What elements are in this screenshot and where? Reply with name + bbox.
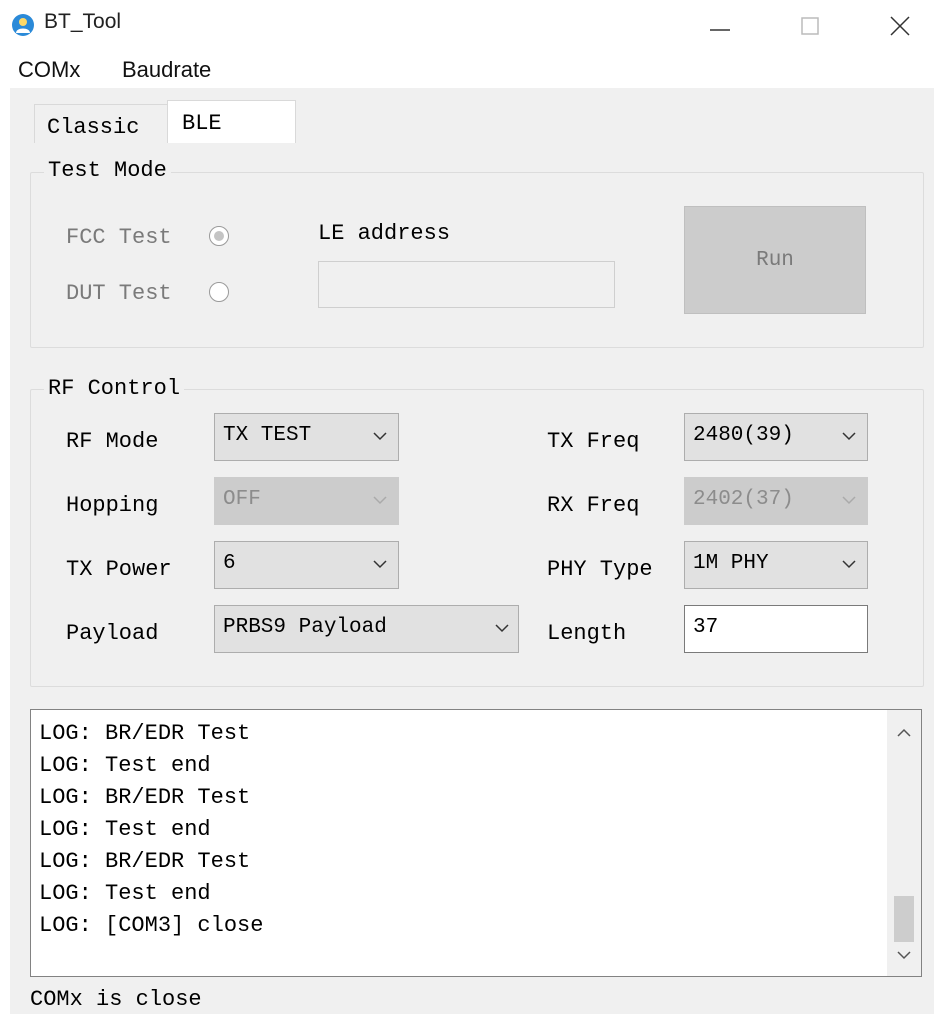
chevron-down-icon <box>373 496 387 505</box>
run-button[interactable]: Run <box>684 206 866 314</box>
log-line: LOG: Test end <box>39 881 211 906</box>
log-line: LOG: [COM3] close <box>39 913 264 938</box>
menu-comx[interactable]: COMx <box>18 57 80 83</box>
payload-select[interactable]: PRBS9 Payload <box>214 605 519 653</box>
log-scrollbar[interactable] <box>887 710 921 976</box>
chevron-down-icon <box>373 560 387 569</box>
maximize-button[interactable] <box>788 6 832 46</box>
payload-value: PRBS9 Payload <box>223 616 387 639</box>
tx-freq-select[interactable]: 2480(39) <box>684 413 868 461</box>
log-lines: LOG: BR/EDR Test LOG: Test end LOG: BR/EDR… <box>39 718 263 942</box>
fcc-test-radio[interactable] <box>209 226 229 246</box>
log-line: LOG: Test end <box>39 753 211 778</box>
run-button-label: Run <box>756 249 794 272</box>
log-line: LOG: Test end <box>39 817 211 842</box>
tx-power-label: TX Power <box>66 557 172 582</box>
app-person-icon <box>12 14 34 36</box>
payload-label: Payload <box>66 621 159 646</box>
tx-power-value: 6 <box>223 552 236 575</box>
hopping-value: OFF <box>223 488 261 511</box>
tab-ble[interactable]: BLE <box>167 100 296 143</box>
rf-mode-label: RF Mode <box>66 429 159 454</box>
tx-freq-value: 2480(39) <box>693 424 794 447</box>
log-line: LOG: BR/EDR Test <box>39 785 251 810</box>
phy-type-label: PHY Type <box>547 557 653 582</box>
chevron-down-icon <box>842 560 856 569</box>
tab-classic[interactable]: Classic <box>34 104 172 143</box>
rf-mode-value: TX TEST <box>223 424 312 447</box>
dut-test-label: DUT Test <box>66 281 172 306</box>
close-button[interactable] <box>878 6 922 46</box>
phy-type-select[interactable]: 1M PHY <box>684 541 868 589</box>
le-address-label: LE address <box>318 221 451 246</box>
scroll-up-icon[interactable] <box>897 728 911 738</box>
length-input[interactable]: 37 <box>684 605 868 653</box>
chevron-down-icon <box>373 432 387 441</box>
menu-baudrate[interactable]: Baudrate <box>122 57 211 83</box>
minimize-button[interactable] <box>698 6 742 46</box>
tx-freq-label: TX Freq <box>547 429 640 454</box>
test-mode-title: Test Mode <box>44 158 171 183</box>
tx-power-select[interactable]: 6 <box>214 541 399 589</box>
rx-freq-label: RX Freq <box>547 493 640 518</box>
length-value: 37 <box>693 616 719 639</box>
dut-test-radio[interactable] <box>209 282 229 302</box>
chevron-down-icon <box>842 432 856 441</box>
length-label: Length <box>547 621 627 646</box>
chevron-down-icon <box>842 496 856 505</box>
hopping-select[interactable]: OFF <box>214 477 399 525</box>
maximize-icon <box>801 17 819 35</box>
chevron-down-icon <box>495 624 509 633</box>
scrollbar-thumb[interactable] <box>894 896 914 942</box>
minimize-icon <box>710 29 730 31</box>
fcc-test-label: FCC Test <box>66 225 172 250</box>
window-title: BT_Tool <box>44 10 122 33</box>
phy-type-value: 1M PHY <box>693 552 769 575</box>
tab-ble-label: BLE <box>182 111 222 136</box>
log-line: LOG: BR/EDR Test <box>39 721 251 746</box>
log-output[interactable]: LOG: BR/EDR Test LOG: Test end LOG: BR/EDR… <box>30 709 922 977</box>
rx-freq-select[interactable]: 2402(37) <box>684 477 868 525</box>
le-address-input[interactable] <box>318 261 615 308</box>
log-line: LOG: BR/EDR Test <box>39 849 251 874</box>
rx-freq-value: 2402(37) <box>693 488 794 511</box>
radio-selected-dot <box>214 231 224 241</box>
hopping-label: Hopping <box>66 493 159 518</box>
close-icon <box>890 16 910 36</box>
rf-control-title: RF Control <box>44 376 185 401</box>
rf-mode-select[interactable]: TX TEST <box>214 413 399 461</box>
tab-classic-label: Classic <box>47 115 140 140</box>
scroll-down-icon[interactable] <box>897 950 911 960</box>
status-text: COMx is close <box>30 987 202 1012</box>
